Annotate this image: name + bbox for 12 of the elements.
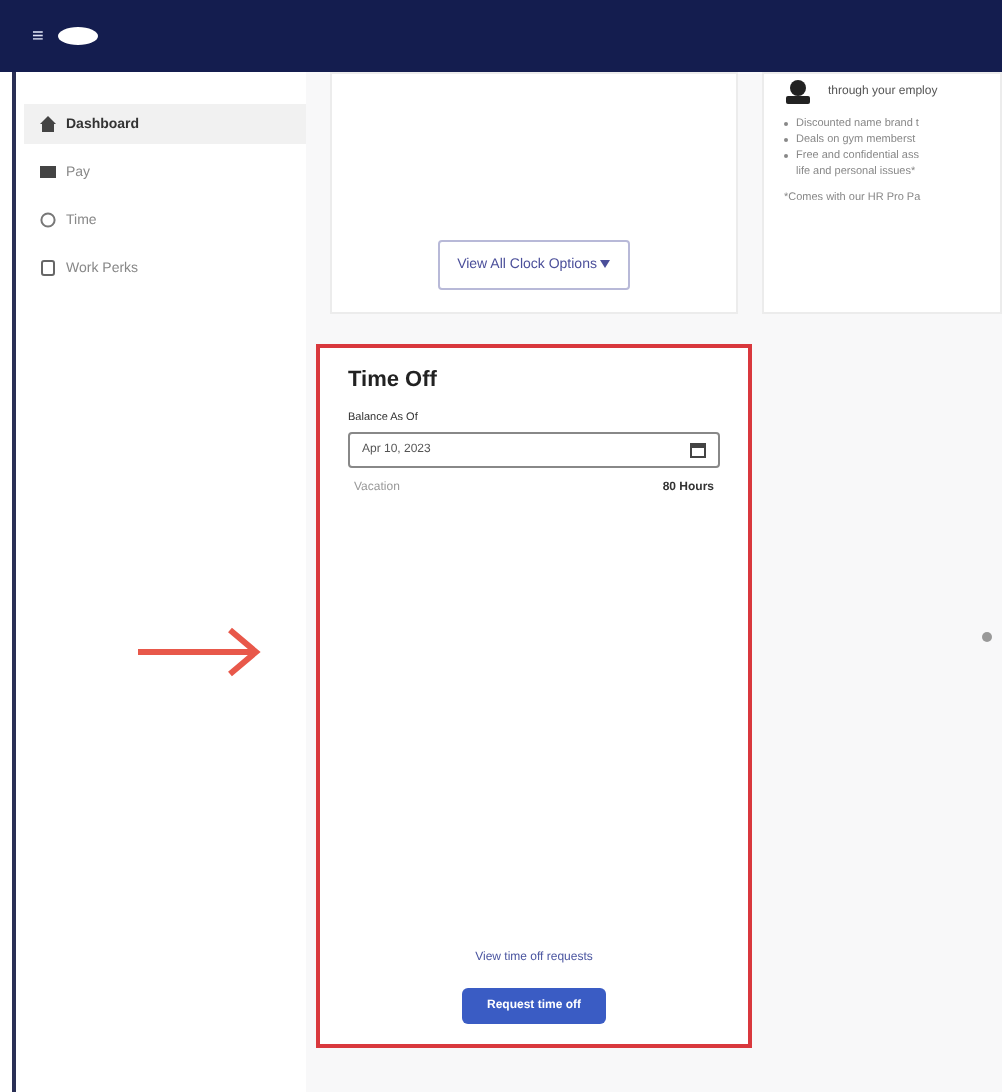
card-title: Time Off [348, 368, 439, 392]
pointer-arrow [134, 626, 262, 678]
clock-icon [40, 212, 56, 228]
perks-icon [784, 78, 812, 106]
logo-icon [55, 26, 100, 46]
carousel-dot[interactable] [982, 632, 992, 642]
wallet-icon [40, 164, 56, 180]
caret-icon [600, 260, 611, 268]
badge-icon [40, 260, 56, 276]
menu-icon[interactable]: ≡ [32, 25, 44, 47]
home-icon [40, 116, 56, 132]
calendar-icon [690, 442, 706, 458]
